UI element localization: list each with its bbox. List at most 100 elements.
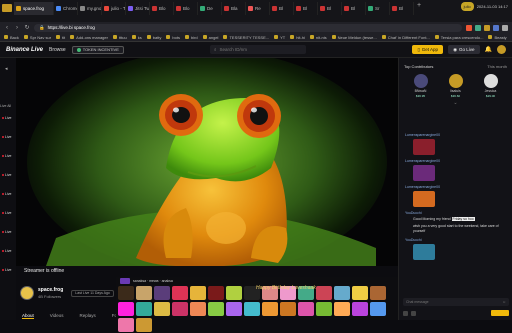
- browser-tab[interactable]: Sr: [366, 2, 390, 15]
- contributors-list: BNwaN$36.95 lisaluis$36.60 Jessica$29.00: [399, 74, 512, 98]
- browser-tab[interactable]: De: [198, 2, 222, 15]
- bookmark-item[interactable]: tttuu: [113, 35, 127, 40]
- browser-tab[interactable]: Bl: [270, 2, 294, 15]
- bookmark-item[interactable]: ks: [132, 35, 142, 40]
- browser-tab[interactable]: Bl: [342, 2, 366, 15]
- site-logo[interactable]: Binance Live: [6, 47, 43, 53]
- channel-tab[interactable]: Replays: [79, 313, 95, 319]
- bookmark-item[interactable]: bots: [166, 35, 180, 40]
- send-button[interactable]: [491, 310, 509, 316]
- browser-tab[interactable]: Blo: [150, 2, 174, 15]
- bell-icon[interactable]: 🔔: [485, 46, 492, 53]
- bookmark-item[interactable]: YT: [274, 35, 285, 40]
- browser-tab[interactable]: Blo: [174, 2, 198, 15]
- window-menu-icon[interactable]: [2, 4, 12, 12]
- extension-icon[interactable]: [475, 25, 481, 31]
- chat-username[interactable]: Lumensparenargine00: [405, 133, 507, 137]
- contributor-card[interactable]: Jessica$29.00: [484, 74, 498, 98]
- extension-icon[interactable]: [466, 25, 472, 31]
- channel-tab[interactable]: About: [22, 313, 34, 319]
- channel-name[interactable]: space.frog: [38, 287, 63, 293]
- contributor-name: lisaluis: [450, 89, 461, 93]
- live-label: Live: [5, 154, 11, 158]
- contributor-card[interactable]: BNwaN$36.95: [414, 74, 428, 98]
- token-incentive-button[interactable]: TOKEN INCENTIVE: [72, 46, 124, 54]
- bookmark-item[interactable]: Neue Meldun (tesse...: [332, 35, 377, 40]
- live-label: Live: [5, 249, 11, 253]
- browse-link[interactable]: Browse: [49, 47, 66, 53]
- chat-username[interactable]: Lumensparenargine00: [405, 159, 507, 163]
- reload-icon[interactable]: ↻: [24, 24, 30, 31]
- sidebar-live-item[interactable]: Live: [2, 173, 11, 177]
- browser-tab[interactable]: Bl: [390, 2, 414, 15]
- bookmark-item[interactable]: nit-nis: [310, 35, 327, 40]
- chat-username[interactable]: YouDucchi: [405, 211, 507, 215]
- sidebar-live-item[interactable]: Live: [2, 230, 11, 234]
- bookmark-icon: [24, 35, 28, 39]
- sticker-overlay: sanaksa · mewa · anaksa Happy Birthday L…: [116, 277, 398, 320]
- bookmark-item[interactable]: Spr Nav sur: [24, 35, 51, 40]
- live-dot-icon: [2, 269, 4, 271]
- browser-tab[interactable]: Chrome We: [54, 2, 78, 15]
- profile-chip[interactable]: julio: [461, 2, 474, 11]
- chat-placeholder: Chat message: [406, 300, 429, 304]
- back-icon[interactable]: ‹: [4, 25, 10, 31]
- search-input[interactable]: ⌕ Search ID/nm: [210, 45, 306, 54]
- bookmark-item[interactable]: Add-ons manager: [70, 35, 108, 40]
- bookmark-item[interactable]: angel: [203, 35, 219, 40]
- sidebar-live-item[interactable]: Live: [2, 192, 11, 196]
- contributor-amount: $36.95: [416, 94, 425, 98]
- settings-icon[interactable]: [411, 311, 416, 316]
- browser-tab[interactable]: julio - Thonie: [102, 2, 126, 15]
- bookmark-item[interactable]: tit: [56, 35, 65, 40]
- emoji-icon[interactable]: ☺: [502, 300, 506, 304]
- new-tab-icon[interactable]: +: [414, 2, 424, 9]
- sidebar-live-item[interactable]: Live: [2, 249, 11, 253]
- tab-label: space.frog: [23, 6, 44, 11]
- channel-tab[interactable]: Videos: [50, 313, 64, 319]
- bookmark-icon: [223, 35, 227, 39]
- browser-tab[interactable]: Jitsi Twent: [126, 2, 150, 15]
- bookmark-item[interactable]: TESSERITY TESSE...: [223, 35, 269, 40]
- bookmark-item[interactable]: bird: [185, 35, 198, 40]
- bookmark-item[interactable]: Chat' in Different Font...: [382, 35, 430, 40]
- browser-tab[interactable]: space.frog: [14, 2, 54, 15]
- user-avatar[interactable]: [497, 45, 506, 54]
- extension-icon[interactable]: [484, 25, 490, 31]
- bookmark-label: Neue Meldun (tesse...: [338, 35, 377, 40]
- go-live-button[interactable]: ◉Go Live: [448, 45, 479, 54]
- extension-icon[interactable]: [493, 25, 499, 31]
- get-app-label: Get App: [422, 47, 438, 52]
- forward-icon[interactable]: ›: [14, 25, 20, 31]
- period-select[interactable]: This month: [487, 64, 507, 69]
- browser-tab[interactable]: Re: [246, 2, 270, 15]
- channel-avatar[interactable]: [20, 286, 34, 300]
- bookmark-item[interactable]: hit-hi: [290, 35, 305, 40]
- browser-tab[interactable]: Bla: [222, 2, 246, 15]
- url-field[interactable]: 🔒 https://live.bi space.frog: [34, 24, 462, 32]
- bookmark-item[interactable]: Tersia para crescendo...: [435, 35, 484, 40]
- chat-username[interactable]: Lumensparenargine00: [405, 185, 507, 189]
- gift-icon[interactable]: [403, 311, 408, 316]
- sidebar-live-item[interactable]: Live: [2, 154, 11, 158]
- get-app-button[interactable]: ▯Get App: [412, 45, 443, 54]
- browser-tab[interactable]: my.gnome.h: [78, 2, 102, 15]
- tab-favicon-icon: [368, 6, 373, 11]
- sidebar-live-item[interactable]: Live: [2, 268, 11, 272]
- browser-tab[interactable]: Bl: [318, 2, 342, 15]
- collapse-icon[interactable]: ◂: [5, 66, 16, 72]
- browser-tab[interactable]: Bl: [294, 2, 318, 15]
- bookmark-item[interactable]: batty: [147, 35, 162, 40]
- video-player[interactable]: [16, 58, 398, 266]
- contributor-card[interactable]: lisaluis$36.60: [449, 74, 463, 98]
- sidebar-live-item[interactable]: Live: [2, 211, 11, 215]
- chat-username[interactable]: YouDucchi: [405, 238, 507, 242]
- chat-input[interactable]: Chat message ☺: [403, 298, 509, 306]
- menu-icon[interactable]: [502, 25, 508, 31]
- bookmark-item[interactable]: Beasty: [488, 35, 506, 40]
- sidebar-live-item[interactable]: Live: [2, 116, 11, 120]
- chevron-down-icon[interactable]: ⌄: [399, 100, 512, 106]
- bookmark-item[interactable]: Back: [4, 35, 19, 40]
- sidebar-live-item[interactable]: Live: [2, 135, 11, 139]
- chat-text: Good Morning my friend: [413, 217, 452, 221]
